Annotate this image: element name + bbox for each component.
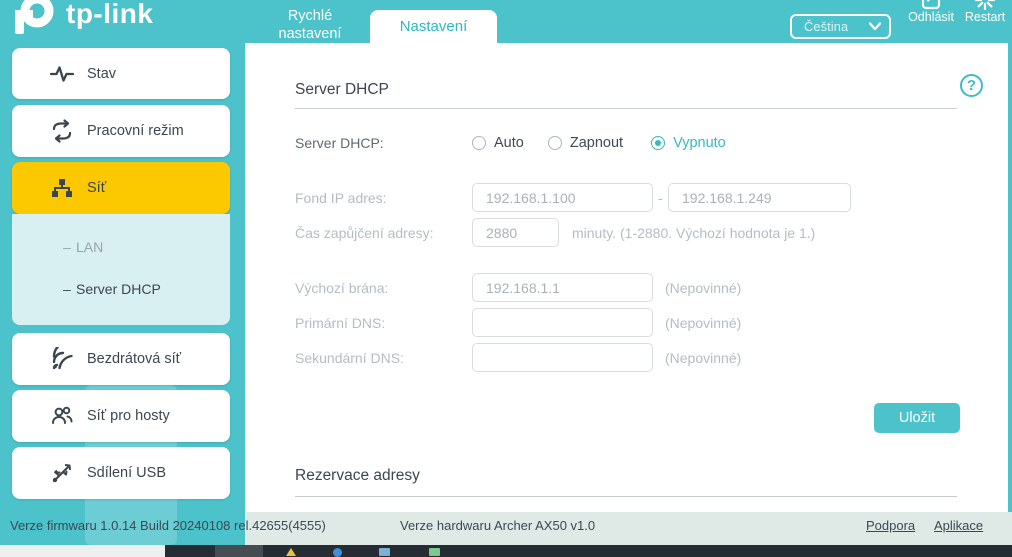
activity-icon [50,62,74,86]
radio-label: Zapnout [570,135,623,151]
sidebar-item-label: Sdílení USB [87,447,166,499]
gateway-hint: (Nepovinné) [665,280,741,296]
radio-label: Auto [494,135,524,151]
submenu-item-server-dhcp[interactable]: – Server DHCP [12,281,230,301]
ip-pool-start-input[interactable] [472,183,653,212]
primary-dns-input[interactable] [472,308,653,337]
secondary-dns-hint: (Nepovinné) [665,350,741,366]
lease-time-input[interactable] [472,218,559,247]
os-taskbar[interactable] [0,545,1012,557]
support-link[interactable]: Podpora [866,518,915,533]
app-link[interactable]: Aplikace [934,518,983,533]
lease-time-hint: minuty. (1-2880. Výchozí hodnota je 1.) [572,225,815,241]
radio-zapnout[interactable]: Zapnout [548,135,623,151]
gateway-input[interactable] [472,273,653,302]
sidebar-item-bezdratova-sit[interactable]: Bezdrátová síť [12,333,230,385]
wifi-icon [50,347,74,371]
radio-circle-icon [548,136,562,150]
sidebar-item-label: Síť [87,162,106,214]
section-divider [295,108,957,109]
radio-label: Vypnuto [673,135,726,151]
submenu-dash: – [63,239,71,255]
taskbar-app-icon[interactable] [333,548,342,557]
save-button[interactable]: Uložit [874,403,960,433]
sidebar-item-sdileni-usb[interactable]: Sdílení USB [12,447,230,499]
primary-dns-label: Primární DNS: [295,315,385,331]
taskbar-light-segment [0,545,165,557]
tp-link-logo-icon [10,0,56,38]
sidebar-item-label: Stav [87,48,116,99]
tab-settings[interactable]: Nastavení [370,10,497,43]
radio-auto[interactable]: Auto [472,135,524,151]
restart-label: Restart [961,10,1009,24]
gateway-label: Výchozí brána: [295,280,388,296]
main-content: ? Server DHCP Server DHCP: Auto Zapnout … [245,43,1008,512]
ip-pool-label: Fond IP adres: [295,190,387,206]
sidebar-item-sit[interactable]: Síť [12,162,230,214]
section-title-server-dhcp: Server DHCP [295,81,389,99]
primary-dns-hint: (Nepovinné) [665,315,741,331]
language-value: Čeština [804,19,848,34]
submenu-label: Server DHCP [76,281,161,297]
sidebar-item-label: Síť pro hosty [87,390,170,442]
header-bar: tp-link Rychlé nastavení Nastavení Češti… [0,0,1012,43]
logout-label: Odhlásit [903,10,959,24]
sit-submenu: – LAN – Server DHCP [12,214,230,325]
submenu-item-lan[interactable]: – LAN [12,239,230,259]
taskbar-app-icon[interactable] [286,548,296,556]
guests-icon [50,404,74,428]
sidebar-item-label: Bezdrátová síť [87,333,181,385]
ip-pool-end-input[interactable] [668,183,851,212]
sidebar-nav: Stav Pracovní režim Síť – LAN [0,43,245,545]
sidebar-item-pracovni-rezim[interactable]: Pracovní režim [12,105,230,157]
taskbar-app-icon[interactable] [429,548,440,556]
tp-link-logo-text: tp-link [66,0,154,30]
sidebar-item-sit-pro-hosty[interactable]: Síť pro hosty [12,390,230,442]
language-select[interactable]: Čeština [790,14,891,39]
restart-button[interactable]: Restart [961,0,1009,43]
radio-circle-icon [651,136,665,150]
logout-button[interactable]: Odhlásit [903,0,959,43]
secondary-dns-input[interactable] [472,343,653,372]
taskbar-app-icon[interactable] [379,548,390,556]
dhcp-mode-label: Server DHCP: [295,135,384,151]
submenu-label: LAN [76,239,103,255]
network-icon [50,176,74,200]
cycle-icon [50,119,74,143]
help-icon[interactable]: ? [960,74,983,97]
radio-vypnuto[interactable]: Vypnuto [651,135,726,151]
section-divider [295,496,957,497]
ip-pool-separator: - [658,190,663,206]
router-admin-screen: tp-link Rychlé nastavení Nastavení Češti… [0,0,1012,557]
dhcp-mode-radio-group: Auto Zapnout Vypnuto [472,135,726,151]
sidebar-item-label: Pracovní režim [87,105,184,157]
sidebar-item-stav[interactable]: Stav [12,48,230,99]
chevron-down-icon [869,22,881,31]
secondary-dns-label: Sekundární DNS: [295,350,404,366]
usb-icon [50,461,74,485]
hardware-version: Verze hardwaru Archer AX50 v1.0 [400,518,595,533]
section-title-rezervace-adresy: Rezervace adresy [295,467,420,485]
radio-circle-icon [472,136,486,150]
lease-time-label: Čas zapůjčení adresy: [295,225,434,241]
firmware-version: Verze firmwaru 1.0.14 Build 20240108 rel… [10,518,326,533]
submenu-dash: – [63,281,71,297]
tp-link-logo: tp-link [10,0,210,42]
tab-quick-setup[interactable]: Rychlé nastavení [258,7,362,43]
taskbar-active-app[interactable] [215,545,263,557]
